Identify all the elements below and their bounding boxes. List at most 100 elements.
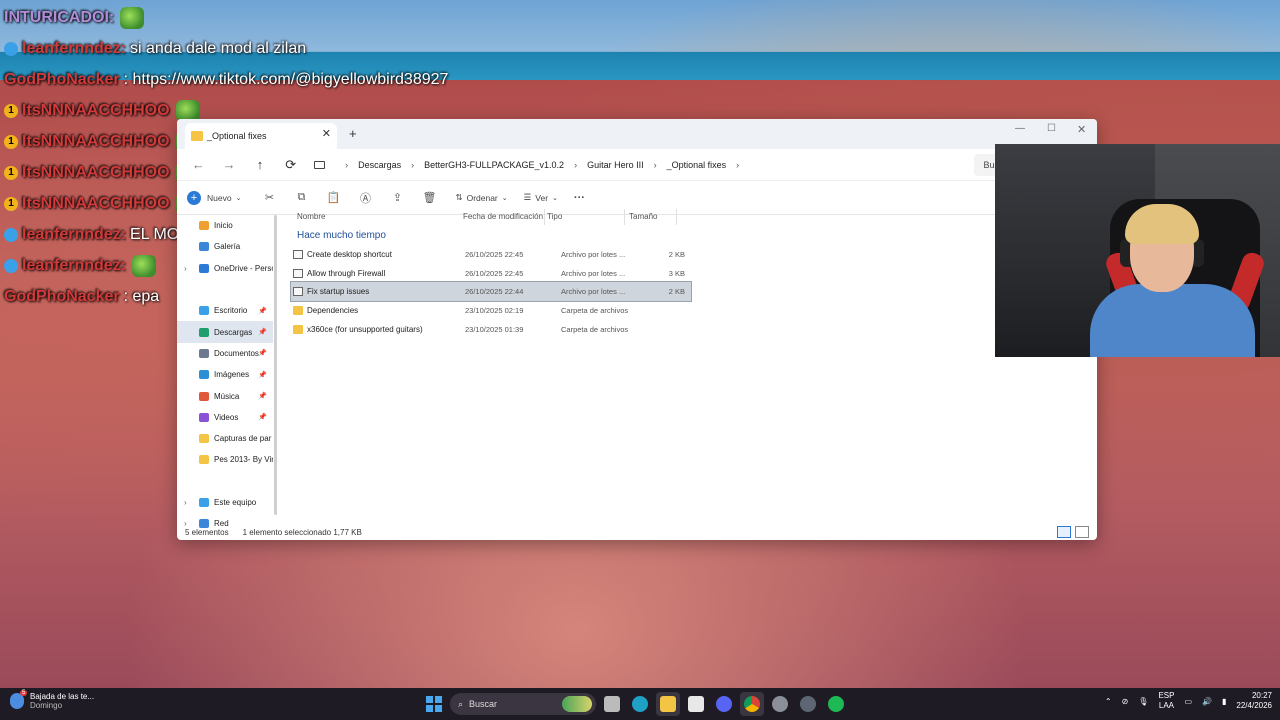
sidebar-item[interactable]: Documentos 📌 [177, 343, 273, 364]
music-icon [199, 391, 209, 401]
language-indicator[interactable]: ESP LAA [1158, 691, 1174, 711]
display-icon[interactable]: ▭ [1184, 697, 1192, 706]
chat-text: si anda dale mod al zilan [130, 39, 307, 57]
sidebar-item[interactable]: Imágenes 📌 [177, 364, 273, 385]
app-icon [800, 696, 816, 712]
emote-icon [132, 254, 157, 277]
chevron-right-icon[interactable]: › [184, 498, 187, 507]
volume-icon[interactable]: 🔊 [1202, 697, 1212, 706]
file-name: Dependencies [307, 305, 359, 315]
forward-button[interactable]: → [214, 157, 245, 172]
sidebar-item[interactable]: Escritorio 📌 [177, 300, 273, 321]
sidebar-item[interactable]: Descargas 📌 [177, 321, 273, 343]
edge-button[interactable] [628, 692, 652, 716]
file-row[interactable]: Dependencies 23/10/2025 02:19 Carpeta de a… [291, 301, 691, 320]
breadcrumb-item[interactable]: BetterGH3-FULLPACKAGE_v1.0.2 [424, 160, 564, 170]
sidebar-item[interactable]: › OneDrive - Perso [177, 258, 273, 279]
file-date: 23/10/2025 02:19 [465, 305, 524, 315]
new-tab-button[interactable]: + [349, 126, 357, 141]
language-code: ESP [1158, 691, 1175, 700]
sidebar-item[interactable]: Pes 2013- By Vir [177, 449, 273, 470]
up-button[interactable]: ↑ [245, 157, 276, 172]
file-type: Carpeta de archivos [561, 324, 629, 334]
start-button[interactable] [422, 692, 446, 716]
settings-button[interactable] [768, 692, 792, 716]
date: 22/4/2026 [1236, 701, 1272, 710]
clock[interactable]: 20:27 22/4/2026 [1236, 691, 1272, 711]
column-size[interactable]: Tamaño [625, 209, 677, 225]
store-button[interactable] [684, 692, 708, 716]
copy-icon[interactable]: ⧉ [289, 191, 313, 204]
steam-button[interactable] [796, 692, 820, 716]
edge-icon [632, 696, 648, 712]
close-tab-icon[interactable]: ✕ [322, 127, 331, 140]
chat-username: INTURICADOI: [4, 8, 115, 26]
chrome-button[interactable] [740, 692, 764, 716]
sidebar-item[interactable]: Inicio [177, 215, 273, 236]
microphone-icon[interactable]: 🎙 [1138, 697, 1148, 706]
chrome-icon [744, 696, 760, 712]
column-type[interactable]: Tipo [545, 209, 625, 225]
file-row[interactable]: Allow through Firewall 26/10/2025 22:45 Ar… [291, 264, 691, 283]
details-view-icon[interactable] [1057, 526, 1071, 538]
chat-username: GodPhoNacker [4, 287, 120, 305]
chevron-right-icon[interactable]: › [184, 264, 187, 273]
file-row[interactable]: Create desktop shortcut 26/10/2025 22:45 A… [291, 245, 691, 264]
chat-username: leanfernndez: [22, 39, 127, 57]
breadcrumb-item[interactable]: Descargas [358, 160, 401, 170]
weather-widget[interactable]: 5 Bajada de las te... Domingo [10, 690, 95, 710]
more-options-icon[interactable]: ··· [568, 186, 591, 210]
new-button[interactable]: + Nuevo ⌄ [181, 186, 247, 210]
pin-icon: 📌 [258, 350, 267, 358]
file-name: x360ce (for unsupported guitars) [307, 324, 423, 334]
rename-icon[interactable]: Ⓐ [353, 190, 377, 206]
back-button[interactable]: ← [183, 157, 214, 172]
sidebar-item[interactable]: Música 📌 [177, 385, 273, 406]
spotify-button[interactable] [824, 692, 848, 716]
column-date[interactable]: Fecha de modificación [449, 209, 545, 225]
file-date: 23/10/2025 01:39 [465, 324, 524, 334]
battery-icon[interactable]: ▮ [1222, 697, 1226, 706]
breadcrumb[interactable]: › Descargas › BetterGH3-FULLPACKAGE_v1.0… [314, 153, 833, 177]
file-row[interactable]: x360ce (for unsupported guitars) 23/10/20… [291, 320, 691, 339]
maximize-icon[interactable]: ☐ [1047, 123, 1056, 134]
task-view-button[interactable] [600, 692, 624, 716]
weather-subtitle: Domingo [30, 701, 63, 710]
tiles-view-icon[interactable] [1075, 526, 1089, 538]
minimize-icon[interactable]: — [1015, 123, 1025, 134]
weather-title: Bajada de las te... [30, 692, 95, 701]
share-icon[interactable]: ⇪ [385, 191, 409, 204]
navigation-scrollbar[interactable] [274, 215, 277, 515]
cut-icon[interactable]: ✂ [257, 191, 281, 204]
close-window-icon[interactable]: ✕ [1077, 123, 1086, 136]
breadcrumb-item[interactable]: Guitar Hero III [587, 160, 644, 170]
discord-icon [716, 696, 732, 712]
breadcrumb-item[interactable]: _Optional fixes [667, 160, 727, 170]
sort-button[interactable]: ⇅ Ordenar ⌄ [449, 186, 513, 210]
chevron-down-icon: ⌄ [235, 194, 242, 202]
sidebar-item[interactable]: Capturas de par [177, 428, 273, 449]
sidebar-item[interactable]: Galería [177, 236, 273, 257]
view-button[interactable]: ☰ Ver ⌄ [518, 186, 564, 210]
column-name[interactable]: Nombre [283, 209, 449, 225]
group-header[interactable]: Hace mucho tiempo [283, 227, 1097, 245]
tab-optional-fixes[interactable]: _Optional fixes ✕ [185, 123, 337, 149]
paste-icon[interactable]: 📋 [321, 191, 345, 204]
chevron-up-icon[interactable]: ⌃ [1105, 697, 1112, 706]
refresh-button[interactable]: ⟳ [275, 157, 306, 173]
pin-icon: 📌 [258, 307, 267, 315]
delete-icon[interactable]: 🗑 [417, 191, 441, 204]
chevron-right-icon[interactable]: › [184, 519, 187, 528]
taskbar-search[interactable]: ⌕ Buscar [450, 693, 596, 715]
file-type: Archivo por lotes ... [561, 268, 626, 278]
file-explorer-button[interactable] [656, 692, 680, 716]
discord-button[interactable] [712, 692, 736, 716]
sidebar-item[interactable]: Videos 📌 [177, 407, 273, 428]
file-row[interactable]: Fix startup issues 26/10/2025 22:44 Archiv… [290, 281, 692, 303]
store-icon [688, 696, 704, 712]
sidebar-item[interactable]: › Este equipo [177, 492, 273, 513]
pc-icon [199, 498, 209, 507]
network-off-icon[interactable]: ⊘ [1122, 697, 1129, 706]
sidebar-item-label: Red [214, 519, 229, 529]
prime-badge-icon [4, 258, 18, 273]
